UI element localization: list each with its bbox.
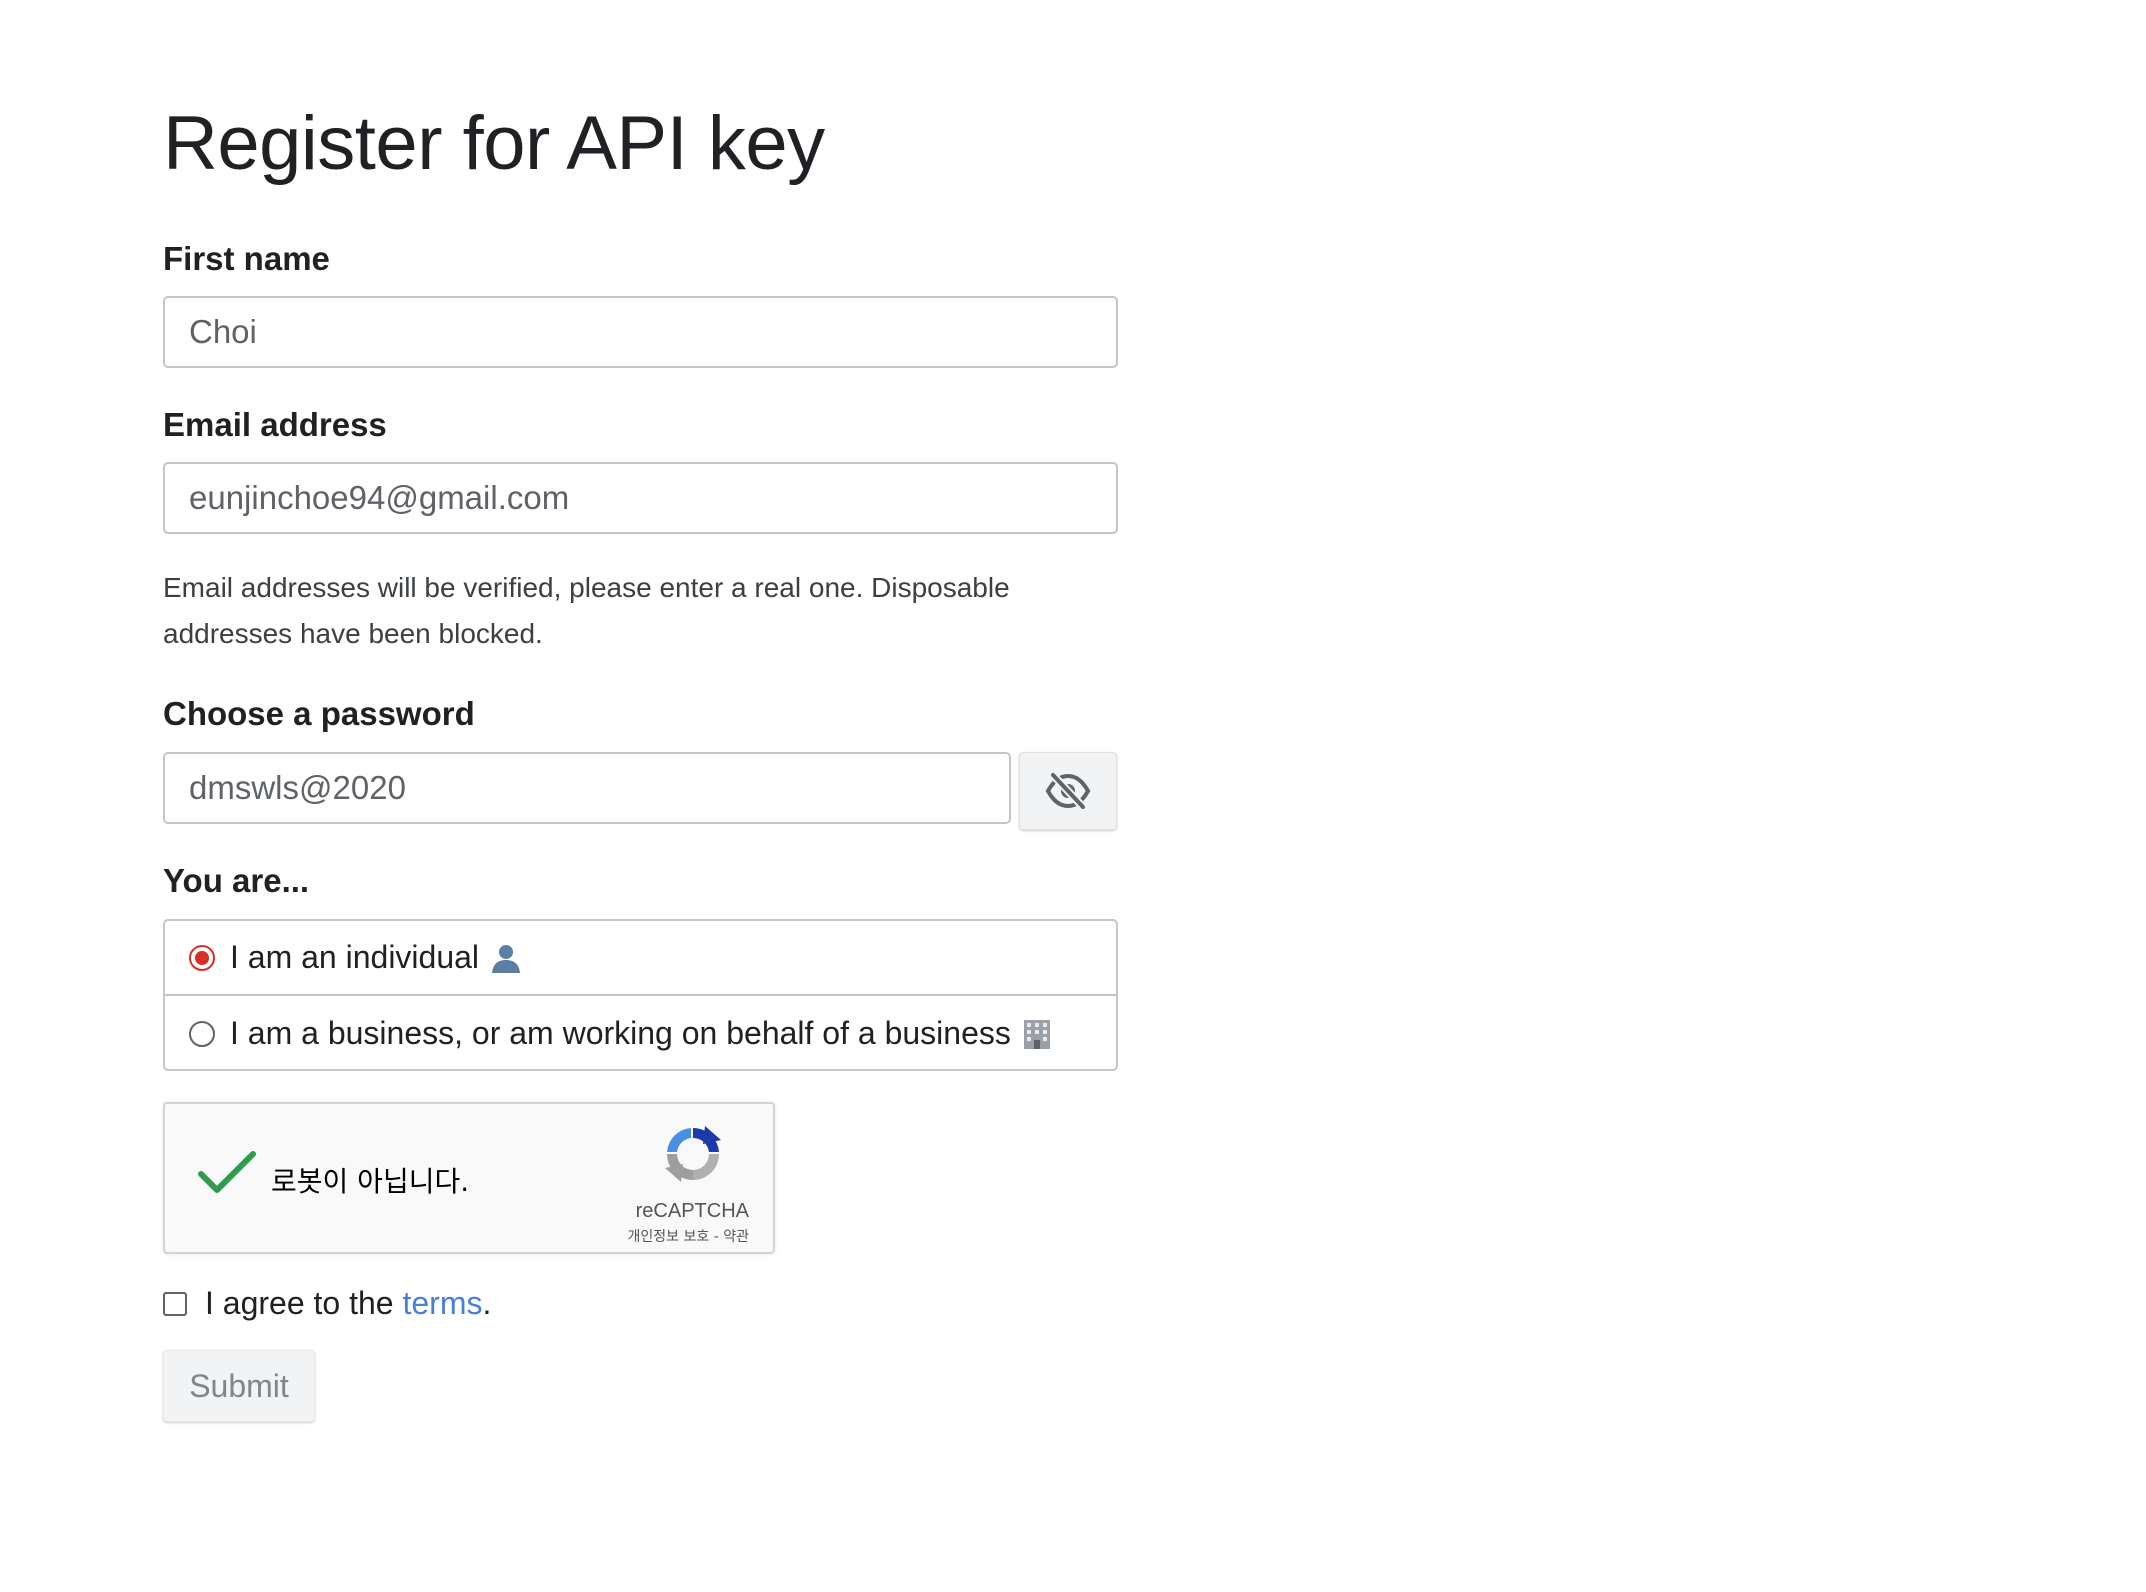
checkmark-icon — [198, 1151, 256, 1193]
recaptcha-logo-icon — [661, 1122, 725, 1191]
terms-link[interactable]: terms — [402, 1285, 482, 1322]
email-label: Email address — [163, 406, 387, 443]
radio-button-unselected[interactable] — [189, 1020, 215, 1047]
recaptcha-checkbox[interactable] — [197, 1150, 257, 1201]
first-name-label: First name — [163, 240, 330, 277]
email-help-text: Email addresses will be verified, please… — [163, 572, 1010, 649]
toggle-password-visibility-button[interactable] — [1019, 752, 1117, 830]
agree-terms-prefix: I agree to the — [205, 1285, 403, 1321]
recaptcha-brand: reCAPTCHA — [635, 1200, 749, 1222]
person-silhouette-icon — [489, 942, 523, 974]
agree-terms-row: I agree to the terms . — [163, 1285, 491, 1322]
radio-dot — [195, 950, 209, 965]
account-type-radio-group: I am an individual I am a business, or a… — [163, 919, 1118, 1071]
agree-terms-suffix: . — [482, 1285, 492, 1321]
password-label: Choose a password — [163, 695, 475, 732]
agree-terms-checkbox[interactable] — [163, 1291, 187, 1316]
radio-label-business: I am a business, or am working on behalf… — [230, 1015, 1011, 1051]
you-are-label: You are... — [163, 862, 310, 899]
page-title: Register for API key — [163, 101, 825, 186]
radio-label-individual: I am an individual — [230, 939, 480, 975]
radio-button-selected[interactable] — [189, 944, 215, 971]
radio-option-individual[interactable]: I am an individual — [165, 921, 1116, 996]
recaptcha-widget: 로봇이 아닙니다. reCAPTCHA 개인정보 보호 - 약관 — [163, 1102, 775, 1254]
office-building-icon — [1021, 1018, 1053, 1050]
recaptcha-privacy-terms-links[interactable]: 개인정보 보호 - 약관 — [628, 1226, 749, 1246]
radio-option-business[interactable]: I am a business, or am working on behalf… — [165, 996, 1116, 1069]
recaptcha-label: 로봇이 아닙니다. — [271, 1165, 470, 1198]
first-name-input[interactable] — [163, 296, 1118, 368]
submit-button[interactable]: Submit — [163, 1350, 315, 1422]
eye-off-icon — [1045, 772, 1091, 810]
password-input[interactable] — [163, 752, 1011, 824]
email-input[interactable] — [163, 462, 1118, 534]
